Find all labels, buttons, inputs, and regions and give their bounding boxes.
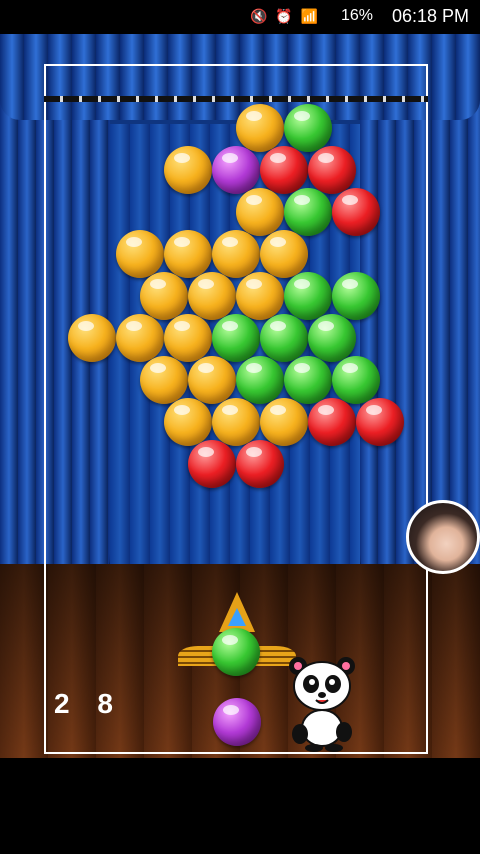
score-counter: 2 8 [54,688,123,719]
bubble-orange [116,314,164,362]
clock-time: 06:18 PM [392,6,470,26]
bubble-orange [140,356,188,404]
bubble-green [212,314,260,362]
bubble-orange [140,272,188,320]
bubble-red [356,398,404,446]
bubble-red [260,146,308,194]
bubble-green [332,356,380,404]
bubble-green [236,356,284,404]
bubble-orange [188,356,236,404]
bubble-orange [236,272,284,320]
status-icons: 🔇 ⏰ 📶 [250,8,321,24]
bubble-orange [236,188,284,236]
status-bar: 🔇 ⏰ 📶 16% 06:18 PM [0,0,480,34]
bubble-orange [164,146,212,194]
bubble-orange [212,230,260,278]
bubble-green [284,188,332,236]
navigation-bar-area [0,758,480,854]
bubble-orange [236,104,284,152]
bubble-red [236,440,284,488]
bubble-orange [260,398,308,446]
bubble-green [332,272,380,320]
ceiling-rail [44,96,428,102]
bubble-orange [188,272,236,320]
bubble-green [284,104,332,152]
bubble-red [308,398,356,446]
bubble-red [188,440,236,488]
bubble-green [284,356,332,404]
bubble-red [332,188,380,236]
bubble-orange [212,398,260,446]
battery-percent: 16% [341,7,374,24]
bubble-orange [164,230,212,278]
bubble-purple [212,146,260,194]
bubble-green [308,314,356,362]
bubble-orange [164,398,212,446]
panda-mascot-icon [289,657,355,752]
bubble-red [308,146,356,194]
bubble-orange [68,314,116,362]
bubble-orange [260,230,308,278]
user-avatar[interactable] [406,500,480,574]
bubble-orange [164,314,212,362]
loaded-bubble[interactable] [212,628,260,676]
aim-arrow-tip-icon [228,608,246,626]
next-bubble[interactable] [213,698,261,746]
game-stage[interactable]: 2 8 [0,34,480,758]
bubble-orange [116,230,164,278]
bubble-green [284,272,332,320]
bubble-green [260,314,308,362]
